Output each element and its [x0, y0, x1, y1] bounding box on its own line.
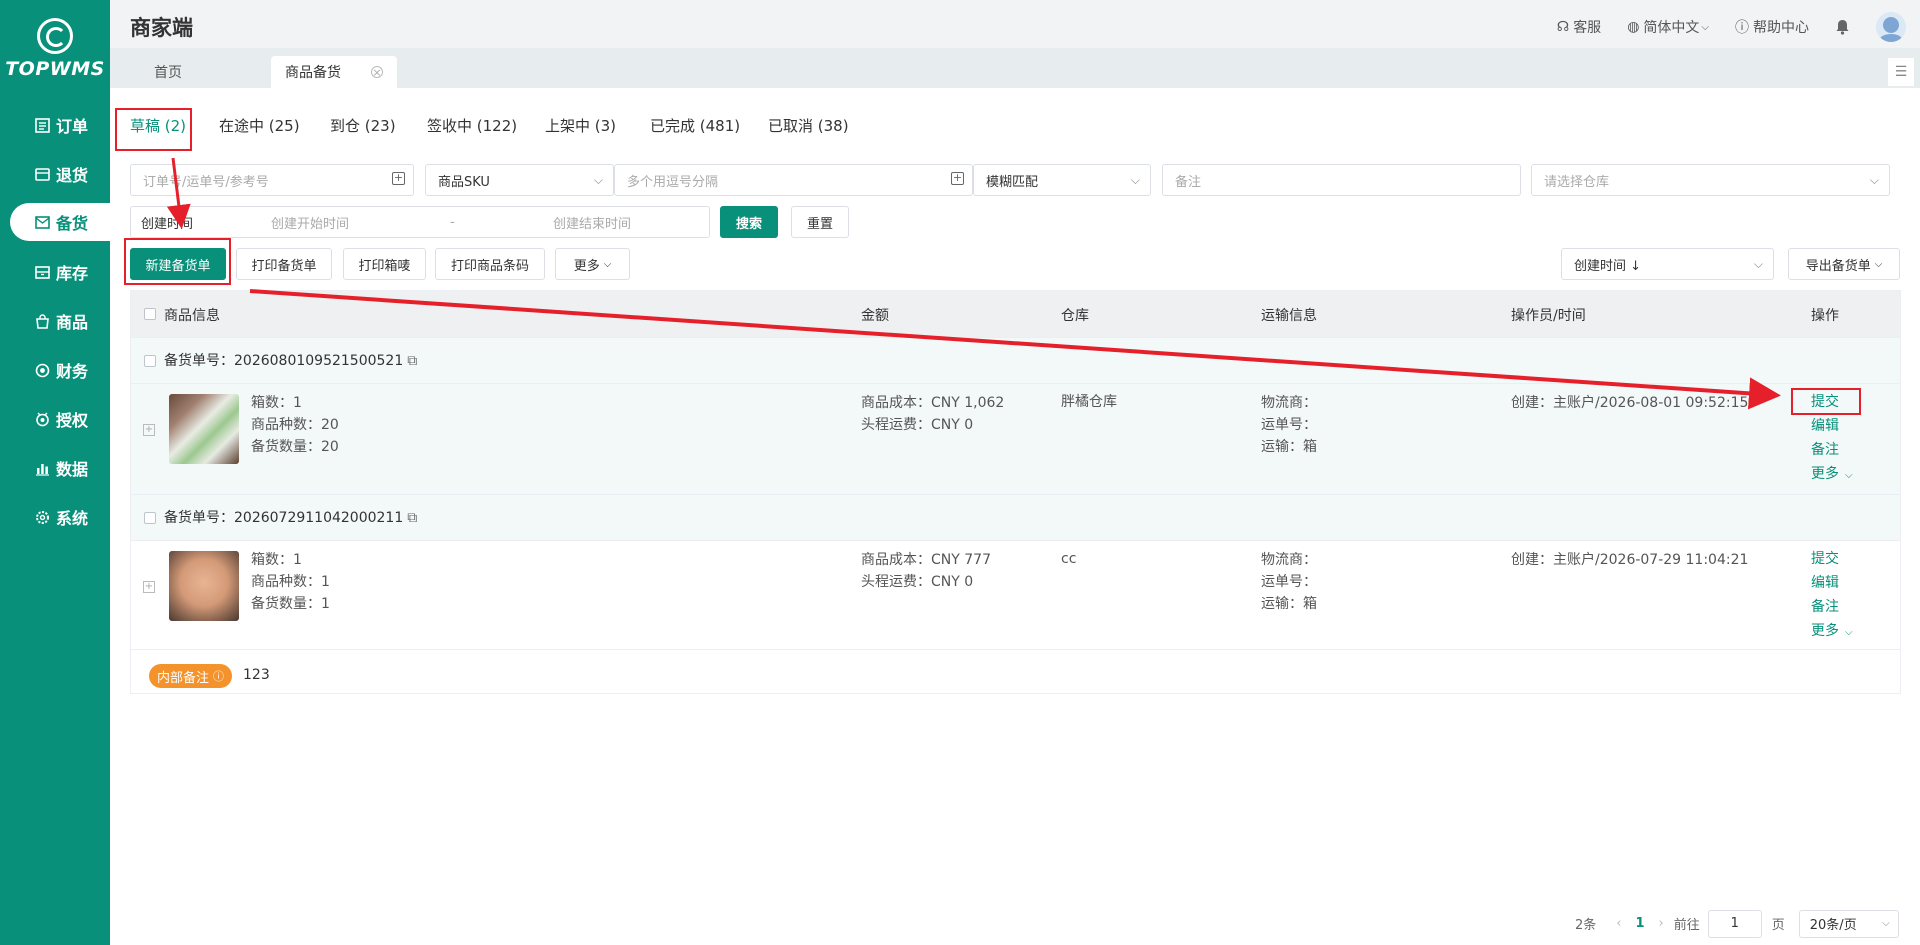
arrow-to-submit	[249, 289, 1781, 410]
arrow-to-new-button	[166, 157, 191, 229]
annotation-arrows	[166, 157, 1781, 410]
